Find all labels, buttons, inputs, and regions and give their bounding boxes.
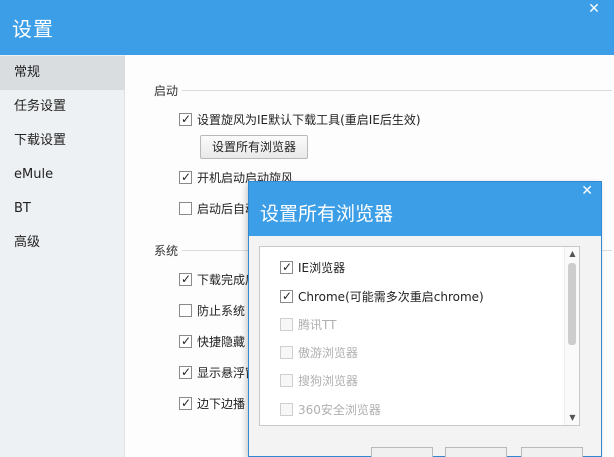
checkbox-checked[interactable] — [179, 394, 192, 412]
checkbox-disabled — [280, 346, 293, 359]
dialog-button-partial[interactable] — [521, 447, 583, 457]
option-label: 快捷隐藏 — [197, 335, 246, 349]
sidebar-item-task-settings[interactable]: 任务设置 — [0, 90, 125, 124]
checkbox-checked[interactable] — [179, 270, 192, 288]
window-close-icon[interactable]: ✕ — [574, 0, 614, 20]
checkbox-disabled — [280, 318, 293, 331]
browser-item-sogou: 搜狗浏览器 — [280, 372, 358, 390]
option-system-4[interactable]: 显示悬浮窗 — [179, 363, 257, 382]
option-system-2[interactable]: 防止系统 — [179, 302, 245, 320]
scroll-thumb[interactable] — [568, 263, 576, 345]
sidebar: 常规 任务设置 下载设置 eMule BT 高级 — [0, 55, 125, 457]
browser-item-tt: 腾讯TT — [280, 316, 336, 334]
option-system-5[interactable]: 边下边播 — [179, 394, 246, 413]
browser-item-ie[interactable]: IE浏览器 — [280, 258, 346, 277]
browser-item-maxthon: 傲游浏览器 — [280, 344, 358, 362]
sidebar-item-advanced[interactable]: 高级 — [0, 226, 125, 260]
checkbox-checked[interactable] — [280, 258, 293, 276]
system-section: 系统 — [154, 242, 612, 259]
sidebar-item-bt[interactable]: BT — [0, 192, 125, 226]
sidebar-item-emule[interactable]: eMule — [0, 158, 125, 192]
browser-label: IE浏览器 — [298, 261, 346, 275]
option-default-download-tool[interactable]: 设置旋风为IE默认下载工具(重启IE后生效) — [179, 110, 421, 129]
option-label: 边下边播 — [197, 397, 246, 411]
section-heading-startup: 启动 — [154, 84, 179, 98]
checkbox-checked[interactable] — [179, 168, 192, 186]
set-all-browsers-button[interactable]: 设置所有浏览器 — [200, 135, 308, 159]
browser-item-chrome[interactable]: Chrome(可能需多次重启chrome) — [280, 287, 484, 306]
checkbox-checked[interactable] — [179, 363, 192, 381]
section-heading-system: 系统 — [154, 244, 179, 258]
section-divider — [182, 90, 612, 91]
list-scrollbar[interactable]: ▲ ▼ — [564, 247, 579, 425]
browser-item-360: 360安全浏览器 — [280, 401, 381, 419]
startup-section: 启动 — [154, 82, 612, 99]
set-all-browsers-dialog: 设置所有浏览器 ✕ IE浏览器 Chrome(可能需多次重启chrome) 腾讯… — [248, 181, 602, 457]
browser-label: 腾讯TT — [298, 318, 337, 332]
checkbox-disabled — [280, 403, 293, 416]
sidebar-item-general[interactable]: 常规 — [0, 56, 125, 90]
checkbox-checked[interactable] — [179, 332, 192, 350]
checkbox-unchecked[interactable] — [179, 304, 192, 317]
dialog-button-partial[interactable] — [445, 447, 507, 457]
scroll-up-icon[interactable]: ▲ — [565, 247, 580, 261]
option-system-3[interactable]: 快捷隐藏 — [179, 332, 246, 351]
window-title: 设置 — [12, 17, 54, 41]
title-bar: 设置 ✕ — [0, 0, 614, 55]
dialog-title: 设置所有浏览器 — [260, 203, 394, 225]
browser-label: Chrome(可能需多次重启chrome) — [298, 290, 484, 304]
sidebar-item-download-settings[interactable]: 下载设置 — [0, 124, 125, 158]
browser-list: IE浏览器 Chrome(可能需多次重启chrome) 腾讯TT 傲游浏览器 搜… — [259, 246, 580, 426]
browser-label: 360安全浏览器 — [298, 403, 381, 417]
option-label: 防止系统 — [197, 304, 246, 318]
option-system-1[interactable]: 下载完成后 — [179, 270, 257, 289]
checkbox-unchecked[interactable] — [179, 202, 192, 215]
option-label: 设置旋风为IE默认下载工具(重启IE后生效) — [197, 113, 421, 127]
checkbox-checked[interactable] — [179, 110, 192, 128]
dialog-button-partial[interactable] — [371, 447, 433, 457]
checkbox-disabled — [280, 374, 293, 387]
browser-label: 搜狗浏览器 — [298, 374, 359, 388]
checkbox-checked[interactable] — [280, 287, 293, 305]
scroll-down-icon[interactable]: ▼ — [565, 411, 580, 425]
browser-label: 傲游浏览器 — [298, 346, 359, 360]
dialog-close-icon[interactable]: ✕ — [581, 183, 593, 199]
option-after-start[interactable]: 启动后自动 — [179, 200, 257, 218]
dialog-title-bar: 设置所有浏览器 ✕ — [249, 182, 601, 236]
